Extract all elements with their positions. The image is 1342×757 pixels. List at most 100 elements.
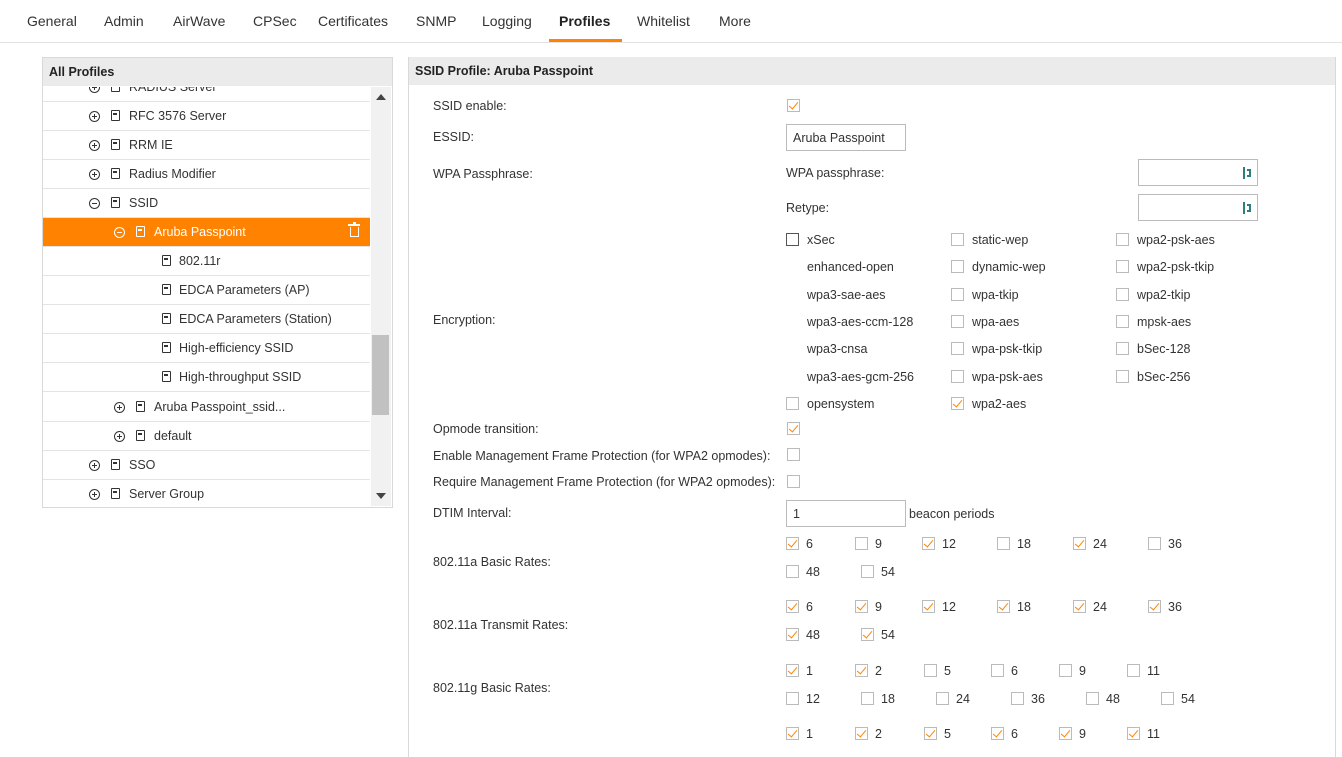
g-basic-rate-9-checkbox[interactable] xyxy=(1059,664,1072,677)
g-basic-rate-54-checkbox[interactable] xyxy=(1161,691,1174,705)
g-tx-rate-1-checkbox[interactable] xyxy=(786,727,799,740)
a-basic-rate-36-checkbox[interactable] xyxy=(1148,537,1161,550)
tab-profiles[interactable]: Profiles xyxy=(548,0,623,42)
encryption-xSec-checkbox[interactable] xyxy=(786,233,799,246)
expand-icon[interactable] xyxy=(89,460,100,471)
scrollbar-thumb[interactable] xyxy=(372,335,389,415)
expand-icon[interactable] xyxy=(89,87,100,93)
encryption-static-wep-checkbox[interactable] xyxy=(951,233,964,246)
g-tx-rate-9-checkbox[interactable] xyxy=(1059,727,1072,740)
opmode-transition-checkbox[interactable] xyxy=(787,422,800,435)
a-tx-rate-12-checkbox[interactable] xyxy=(922,600,935,613)
a-basic-rate-9-checkbox[interactable] xyxy=(855,537,868,550)
tab-logging[interactable]: Logging xyxy=(482,0,532,42)
g-basic-rate-6-checkbox[interactable] xyxy=(991,664,1004,677)
tab-certificates[interactable]: Certificates xyxy=(318,0,388,42)
g-basic-rate-48-checkbox[interactable] xyxy=(1086,691,1099,705)
g-basic-rate-36-checkbox[interactable] xyxy=(1011,691,1024,705)
expand-icon[interactable] xyxy=(89,169,100,180)
document-icon xyxy=(111,459,120,470)
a-tx-rate-36-checkbox[interactable] xyxy=(1148,600,1161,613)
a-basic-rate-24-checkbox[interactable] xyxy=(1073,537,1086,550)
tree-item-high-throughput-ssid[interactable]: High-throughput SSID xyxy=(43,363,370,392)
tab-airwave[interactable]: AirWave xyxy=(173,0,225,42)
g-tx-rate-11-checkbox[interactable] xyxy=(1127,727,1140,740)
encryption-wpa-psk-tkip-checkbox[interactable] xyxy=(951,342,964,355)
dtim-interval-input[interactable] xyxy=(786,500,906,527)
tree-item-rfc-3576-server[interactable]: RFC 3576 Server xyxy=(43,102,370,131)
encryption-wpa-psk-aes-checkbox[interactable] xyxy=(951,370,964,383)
a-basic-rate-12-checkbox[interactable] xyxy=(922,537,935,550)
scroll-up-arrow-icon[interactable] xyxy=(376,94,386,100)
tree-item-rrm-ie[interactable]: RRM IE xyxy=(43,131,370,160)
collapse-icon[interactable] xyxy=(114,227,125,238)
g-basic-rate-1-checkbox[interactable] xyxy=(786,664,799,677)
g-basic-rate-5-checkbox[interactable] xyxy=(924,664,937,677)
tree-item-radius-modifier[interactable]: Radius Modifier xyxy=(43,160,370,189)
g-basic-rate-24-checkbox[interactable] xyxy=(936,691,949,705)
tree-item-radius-server[interactable]: RADIUS Server xyxy=(43,87,370,102)
password-manager-icon[interactable] xyxy=(1243,202,1253,214)
g-basic-rate-18-checkbox[interactable] xyxy=(861,691,874,705)
expand-icon[interactable] xyxy=(114,402,125,413)
tab-more[interactable]: More xyxy=(719,0,751,42)
a-tx-rate-48-checkbox[interactable] xyxy=(786,627,799,641)
g-tx-rate-2-checkbox[interactable] xyxy=(855,727,868,740)
g-basic-rate-12-checkbox[interactable] xyxy=(786,691,799,705)
mfp-enable-checkbox[interactable] xyxy=(787,448,800,461)
wpa-passphrase-field[interactable] xyxy=(1138,159,1258,186)
encryption-dynamic-wep-checkbox[interactable] xyxy=(951,260,964,273)
encryption-bSec-128-checkbox[interactable] xyxy=(1116,342,1129,355)
encryption-opensystem-checkbox[interactable] xyxy=(786,397,799,410)
tree-item-server-group[interactable]: Server Group xyxy=(43,480,370,506)
a-tx-rate-18-checkbox[interactable] xyxy=(997,600,1010,613)
retype-passphrase-field[interactable] xyxy=(1138,194,1258,221)
collapse-icon[interactable] xyxy=(89,198,100,209)
encryption-wpa2-tkip-checkbox[interactable] xyxy=(1116,288,1129,301)
expand-icon[interactable] xyxy=(114,431,125,442)
encryption-bSec-256-checkbox[interactable] xyxy=(1116,370,1129,383)
password-manager-icon[interactable] xyxy=(1243,167,1253,179)
expand-icon[interactable] xyxy=(89,111,100,122)
encryption-wpa2-psk-aes-checkbox[interactable] xyxy=(1116,233,1129,246)
tree-scrollbar[interactable] xyxy=(371,87,391,506)
a-tx-rate-9-checkbox[interactable] xyxy=(855,600,868,613)
g-tx-rate-6-checkbox[interactable] xyxy=(991,727,1004,740)
tab-whitelist[interactable]: Whitelist xyxy=(637,0,690,42)
tree-item-802-11r[interactable]: 802.11r xyxy=(43,247,370,276)
tree-item-edca-ap[interactable]: EDCA Parameters (AP) xyxy=(43,276,370,305)
a-tx-rate-54-checkbox[interactable] xyxy=(861,627,874,641)
a-basic-rate-48-checkbox[interactable] xyxy=(786,564,799,578)
tree-item-aruba-passpoint-ssid[interactable]: Aruba Passpoint_ssid... xyxy=(43,393,370,422)
ssid-enable-checkbox[interactable] xyxy=(787,99,800,112)
expand-icon[interactable] xyxy=(89,489,100,500)
tab-cpsec[interactable]: CPSec xyxy=(253,0,297,42)
mfp-require-checkbox[interactable] xyxy=(787,475,800,488)
encryption-wpa-tkip-checkbox[interactable] xyxy=(951,288,964,301)
a-basic-rate-18-checkbox[interactable] xyxy=(997,537,1010,550)
tree-item-default[interactable]: default xyxy=(43,422,370,451)
essid-input[interactable] xyxy=(786,124,906,151)
g-basic-rate-2-checkbox[interactable] xyxy=(855,664,868,677)
tree-item-high-efficiency-ssid[interactable]: High-efficiency SSID xyxy=(43,334,370,363)
a-basic-rate-54-checkbox[interactable] xyxy=(861,564,874,578)
trash-icon[interactable] xyxy=(348,222,360,237)
tree-item-sso[interactable]: SSO xyxy=(43,451,370,480)
tab-snmp[interactable]: SNMP xyxy=(416,0,456,42)
g-basic-rate-11-checkbox[interactable] xyxy=(1127,664,1140,677)
a-tx-rate-24-checkbox[interactable] xyxy=(1073,600,1086,613)
tab-general[interactable]: General xyxy=(27,0,77,42)
g-tx-rate-5-checkbox[interactable] xyxy=(924,727,937,740)
a-basic-rate-6-checkbox[interactable] xyxy=(786,537,799,550)
scroll-down-arrow-icon[interactable] xyxy=(376,493,386,499)
tab-admin[interactable]: Admin xyxy=(104,0,144,42)
tree-item-ssid[interactable]: SSID xyxy=(43,189,370,218)
expand-icon[interactable] xyxy=(89,140,100,151)
tree-item-aruba-passpoint[interactable]: Aruba Passpoint xyxy=(43,218,370,247)
encryption-wpa2-psk-tkip-checkbox[interactable] xyxy=(1116,260,1129,273)
a-tx-rate-6-checkbox[interactable] xyxy=(786,600,799,613)
tree-item-edca-station[interactable]: EDCA Parameters (Station) xyxy=(43,305,370,334)
encryption-wpa-aes-checkbox[interactable] xyxy=(951,315,964,328)
encryption-wpa2-aes-checkbox[interactable] xyxy=(951,397,964,410)
encryption-mpsk-aes-checkbox[interactable] xyxy=(1116,315,1129,328)
